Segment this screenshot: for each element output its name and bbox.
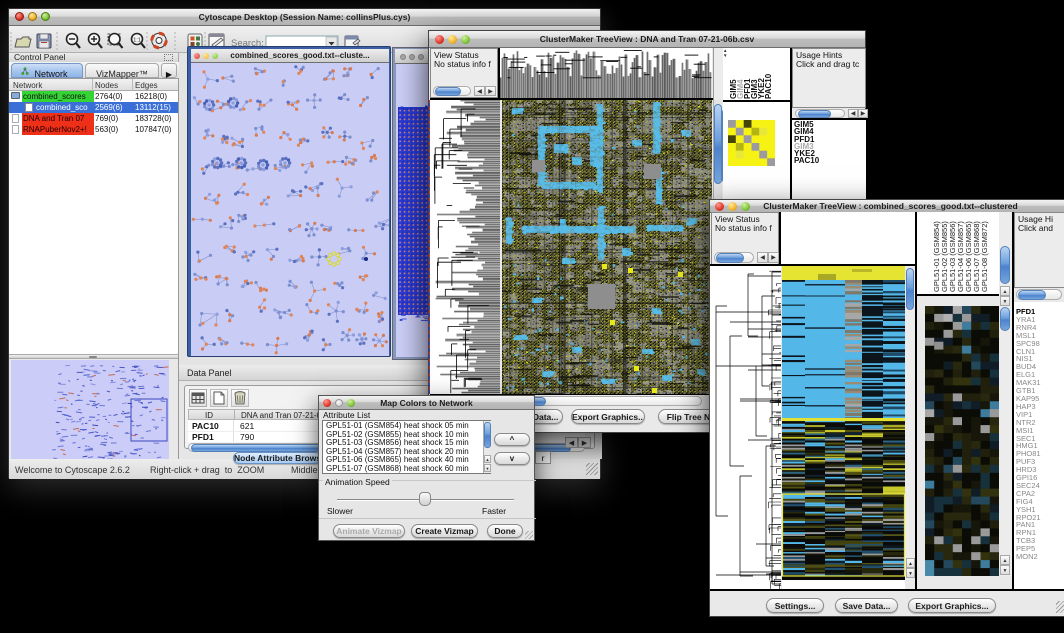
svg-text:PAC10: PAC10 [764,73,773,99]
svg-text:1:1: 1:1 [133,38,141,44]
